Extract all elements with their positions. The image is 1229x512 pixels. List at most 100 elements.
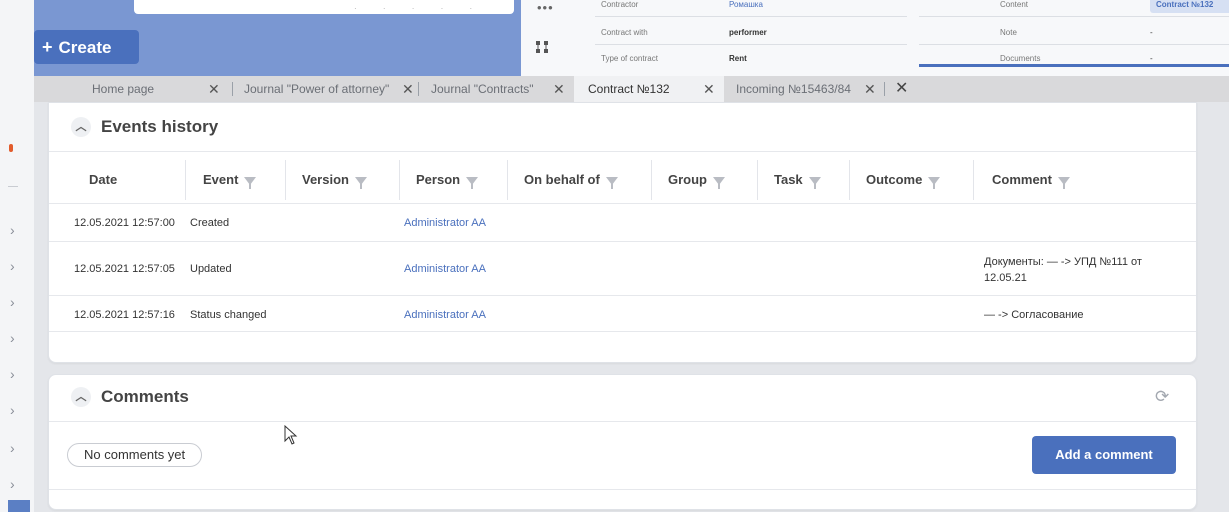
contract-with-value: performer [729, 28, 767, 37]
type-value: Rent [729, 54, 747, 63]
create-button[interactable]: + Create [34, 30, 139, 64]
close-icon[interactable]: ✕ [553, 76, 565, 102]
column-separator [185, 160, 186, 200]
refresh-icon[interactable]: ⟳ [1155, 387, 1169, 407]
cell-comment: — -> Согласование [984, 309, 1084, 321]
column-header-comment[interactable]: Comment [992, 172, 1070, 189]
content-label: Content [1000, 0, 1029, 9]
column-label: Version [302, 172, 349, 187]
filter-icon[interactable] [354, 176, 367, 189]
column-label: Outcome [866, 172, 923, 187]
note-value: - [1150, 28, 1153, 37]
contract-details: Contractor Ромашка Content Contract №132… [567, 0, 1229, 76]
chevron-right-icon[interactable]: › [10, 294, 15, 310]
contract-with-label: Contract with [601, 28, 648, 37]
events-history-card: ︿ Events history [48, 102, 1197, 363]
column-header-date[interactable]: Date [89, 172, 117, 187]
plus-icon: + [42, 37, 53, 57]
column-header-event[interactable]: Event [203, 172, 257, 189]
cell-comment: Документы: — -> УПД №111 от 12.05.21 [984, 256, 1142, 284]
documents-value: - [1150, 54, 1153, 63]
close-icon[interactable]: ✕ [402, 76, 414, 102]
chevron-right-icon[interactable]: › [10, 366, 15, 382]
column-header-task[interactable]: Task [774, 172, 821, 189]
tab-label: Incoming №15463/84 [736, 82, 851, 96]
toolbar-icons: ••• [521, 0, 567, 76]
column-header-outcome[interactable]: Outcome [866, 172, 941, 189]
chevron-right-icon[interactable]: › [10, 402, 15, 418]
filter-icon[interactable] [928, 176, 941, 189]
column-header-on-behalf-of[interactable]: On behalf of [524, 172, 618, 189]
more-icon[interactable]: ••• [537, 0, 554, 15]
tab-journal-power-of-attorney[interactable]: Journal "Power of attorney" ✕ [244, 76, 424, 102]
column-label: Task [774, 172, 803, 187]
sidebar-divider [8, 186, 18, 187]
filter-icon[interactable] [713, 176, 725, 189]
no-comments-badge: No comments yet [67, 443, 203, 467]
close-icon[interactable]: ✕ [703, 76, 715, 102]
notification-dot [9, 144, 13, 152]
divider [49, 421, 1196, 422]
tab-label: Home page [92, 82, 155, 96]
left-sidebar: › › › › › › › › [0, 0, 34, 512]
comments-header[interactable]: ︿ Comments [71, 387, 189, 407]
collapse-icon[interactable]: ︿ [71, 387, 91, 407]
divider [49, 489, 1196, 490]
divider [595, 44, 907, 45]
cell-event: Updated [190, 263, 232, 275]
close-all-tabs-icon[interactable]: ✕ [895, 76, 908, 102]
add-comment-button[interactable]: Add a comment [1032, 436, 1176, 474]
column-header-group[interactable]: Group [668, 172, 725, 189]
column-header-person[interactable]: Person [416, 172, 479, 189]
events-history-header[interactable]: ︿ Events history [71, 117, 218, 137]
structure-icon[interactable] [535, 40, 549, 54]
filter-icon[interactable] [244, 176, 257, 189]
chevron-right-icon[interactable]: › [10, 330, 15, 346]
chevron-right-icon[interactable]: › [10, 258, 15, 274]
chevron-right-icon[interactable]: › [10, 440, 15, 456]
comments-card: ︿ Comments [48, 374, 1197, 510]
filter-icon[interactable] [1057, 176, 1070, 189]
tab-bar: Home page ✕ Journal "Power of attorney" … [34, 76, 1229, 102]
column-separator [285, 160, 286, 200]
tab-journal-contracts[interactable]: Journal "Contracts" ✕ [431, 76, 571, 102]
chevron-right-icon[interactable]: › [10, 476, 15, 492]
chevron-right-icon[interactable]: › [10, 222, 15, 238]
active-row-underline [919, 64, 1229, 67]
contractor-label: Contractor [601, 0, 639, 9]
filter-icon[interactable] [466, 176, 479, 189]
column-label: Comment [992, 172, 1052, 187]
column-label: Event [203, 172, 239, 187]
divider [49, 151, 1196, 152]
tab-incoming-15463[interactable]: Incoming №15463/84 ✕ [736, 76, 886, 102]
tab-separator [418, 82, 419, 96]
filter-icon[interactable] [808, 176, 821, 189]
divider [49, 331, 1196, 332]
search-input[interactable]: · · · · · [134, 0, 514, 14]
filter-icon[interactable] [605, 176, 618, 189]
comments-title: Comments [101, 387, 189, 406]
collapse-icon[interactable]: ︿ [71, 117, 91, 137]
content-value[interactable]: Contract №132 [1150, 0, 1229, 13]
column-header-version[interactable]: Version [302, 172, 367, 189]
tab-home-page[interactable]: Home page ✕ [92, 76, 252, 102]
divider [49, 295, 1196, 296]
cell-event: Created [190, 217, 230, 229]
tab-contract-132[interactable]: Contract №132 ✕ [574, 76, 724, 102]
create-button-label: Create [58, 38, 112, 57]
cell-person-link[interactable]: Administrator AA [404, 217, 486, 229]
divider [919, 44, 1229, 45]
column-separator [973, 160, 974, 200]
tab-label: Contract №132 [588, 82, 670, 96]
cell-person-link[interactable]: Administrator AA [404, 309, 486, 321]
column-label: Person [416, 172, 461, 187]
search-placeholder-icon: · · · · · [354, 4, 485, 13]
divider [49, 241, 1196, 242]
cell-person-link[interactable]: Administrator AA [404, 263, 486, 275]
contractor-value[interactable]: Ромашка [729, 0, 763, 9]
close-icon[interactable]: ✕ [864, 76, 876, 102]
close-icon[interactable]: ✕ [208, 76, 220, 102]
column-separator [757, 160, 758, 200]
tab-label: Journal "Power of attorney" [244, 82, 390, 96]
type-label: Type of contract [601, 54, 658, 63]
